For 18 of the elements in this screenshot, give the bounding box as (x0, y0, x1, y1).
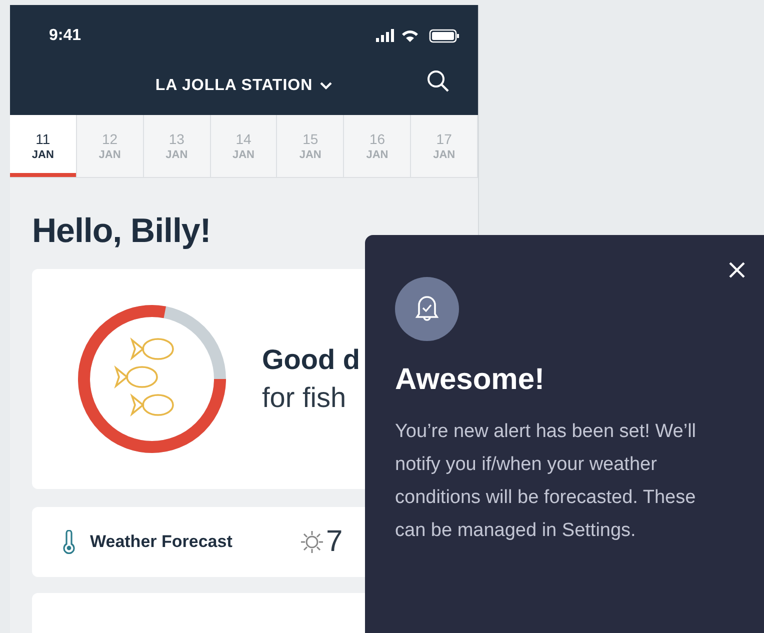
greeting: Hello, Billy! (32, 212, 212, 251)
thermometer-icon (62, 530, 76, 554)
status-time: 9:41 (49, 27, 82, 45)
rating-title: Good d (262, 344, 360, 376)
signal-icon (376, 29, 394, 42)
search-icon[interactable] (426, 69, 450, 93)
row-label: Weather Forecast (90, 532, 234, 552)
close-icon[interactable] (728, 261, 746, 279)
alert-title: Awesome! (395, 363, 546, 397)
date-tab[interactable]: 11 JAN (10, 115, 77, 177)
rating-subtitle: for fish (262, 382, 348, 414)
bell-check-icon (395, 277, 459, 341)
sun-icon (300, 530, 324, 554)
battery-icon (429, 29, 459, 43)
row-value: 7 (326, 525, 343, 559)
chevron-down-icon (318, 81, 333, 91)
station-dropdown[interactable]: LA JOLLA STATION (155, 77, 333, 95)
wifi-icon (402, 30, 418, 42)
